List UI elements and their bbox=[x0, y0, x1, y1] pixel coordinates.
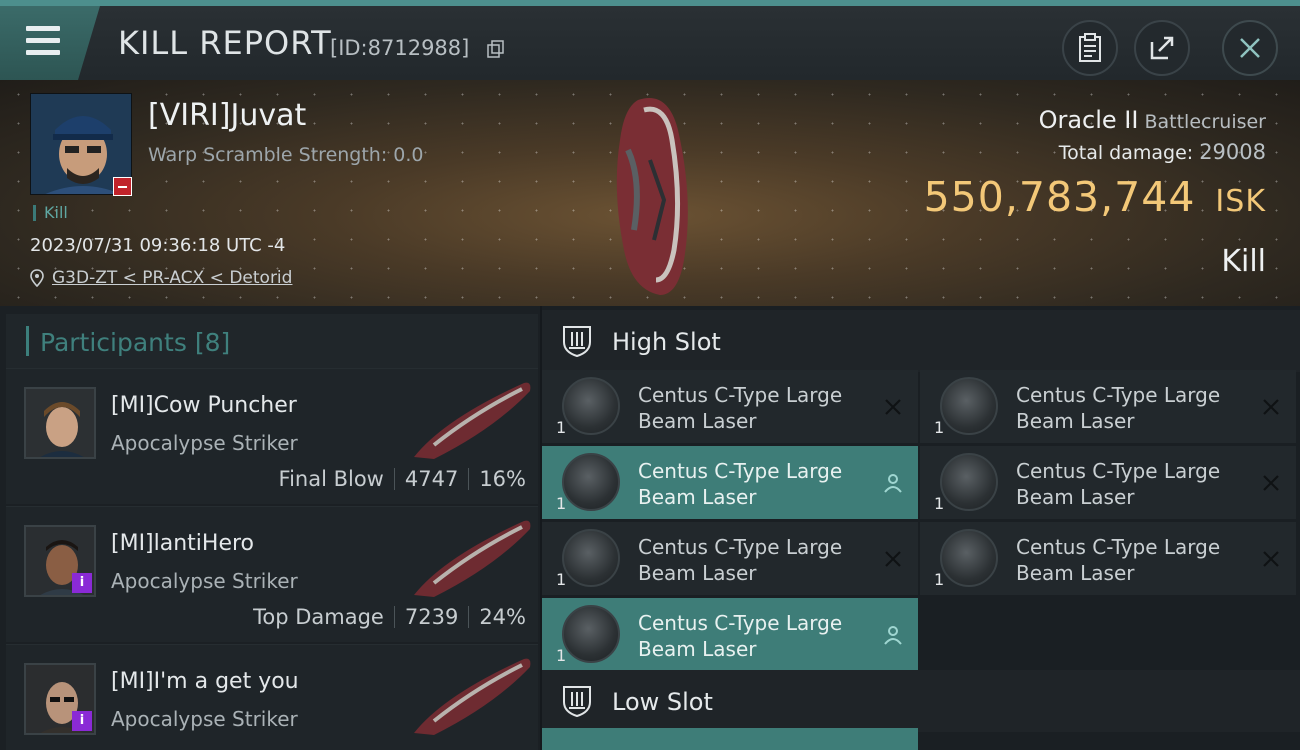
location-text[interactable]: G3D-ZT < PR-ACX < Detorid bbox=[52, 268, 292, 288]
kill-location[interactable]: G3D-ZT < PR-ACX < Detorid bbox=[30, 268, 292, 288]
participant-name: [MI]I'm a get you bbox=[111, 669, 299, 694]
destroyed-icon bbox=[885, 551, 901, 567]
module-item[interactable]: 1 Centus C-Type Large Beam Laser bbox=[920, 522, 1296, 596]
info-badge: i bbox=[72, 711, 92, 731]
share-icon bbox=[1150, 36, 1174, 60]
module-item[interactable]: 1 Centus C-Type Large Beam Laser bbox=[920, 370, 1296, 444]
kill-tag: Kill bbox=[33, 205, 68, 221]
destroyed-icon bbox=[885, 399, 901, 415]
module-item[interactable]: 1 Centus C-Type Large Beam Laser bbox=[920, 446, 1296, 520]
participant-ship-image bbox=[414, 658, 531, 735]
top-bar: KILL REPORT [ID:8712988] bbox=[0, 0, 1300, 80]
participant-row[interactable]: i [MI]lantiHero Apocalypse Striker Top D… bbox=[6, 506, 538, 642]
result-label: Kill bbox=[1221, 244, 1266, 279]
clipboard-button[interactable] bbox=[1062, 20, 1118, 76]
low-slot-module-row[interactable] bbox=[542, 728, 918, 750]
participants-header[interactable]: Participants [8] bbox=[6, 314, 538, 370]
participant-stats: Top Damage 7239 24% bbox=[253, 605, 526, 629]
close-icon bbox=[1240, 38, 1260, 58]
share-button[interactable] bbox=[1134, 20, 1190, 76]
copy-icon[interactable] bbox=[487, 40, 505, 58]
low-slot-header: Low Slot bbox=[542, 670, 1300, 732]
participant-name: [MI]Cow Puncher bbox=[111, 393, 297, 418]
module-item[interactable]: 1 Centus C-Type Large Beam Laser bbox=[542, 598, 918, 672]
clipboard-icon bbox=[1079, 33, 1101, 62]
participant-ship: Apocalypse Striker bbox=[111, 569, 298, 593]
warp-scramble: Warp Scramble Strength: 0.0 bbox=[148, 144, 424, 166]
beam-laser-icon bbox=[940, 529, 998, 587]
low-slot-icon bbox=[563, 686, 591, 718]
module-item[interactable]: 1 Centus C-Type Large Beam Laser bbox=[542, 370, 918, 444]
participants-panel: Participants [8] [MI]Cow Puncher Apocaly… bbox=[0, 306, 540, 750]
participant-name: [MI]lantiHero bbox=[111, 531, 255, 556]
dropped-person-icon bbox=[884, 474, 902, 493]
participant-ship-image bbox=[414, 382, 531, 459]
victim-panel: [VIRI]Juvat Warp Scramble Strength: 0.0 … bbox=[0, 80, 1300, 306]
beam-laser-icon bbox=[562, 453, 620, 511]
participant-avatar bbox=[24, 387, 96, 459]
hamburger-icon bbox=[26, 26, 60, 62]
high-slot-icon bbox=[563, 326, 591, 358]
isk-value: 550,783,744 ISK bbox=[923, 173, 1266, 221]
info-badge: i bbox=[72, 573, 92, 593]
close-button[interactable] bbox=[1222, 20, 1278, 76]
participant-stats: Final Blow 4747 16% bbox=[278, 467, 526, 491]
participant-row[interactable]: i [MI]I'm a get you Apocalypse Striker bbox=[6, 644, 538, 750]
menu-button[interactable] bbox=[0, 6, 100, 80]
module-item[interactable]: 1 Centus C-Type Large Beam Laser bbox=[542, 522, 918, 596]
victim-name[interactable]: [VIRI]Juvat bbox=[148, 98, 306, 133]
destroyed-icon bbox=[1263, 399, 1279, 415]
kill-datetime: 2023/07/31 09:36:18 UTC -4 bbox=[30, 235, 286, 256]
participant-ship-image bbox=[414, 520, 531, 597]
dropped-person-icon bbox=[884, 626, 902, 645]
victim-ship-image bbox=[616, 98, 688, 295]
report-id: [ID:8712988] bbox=[330, 36, 470, 60]
beam-laser-icon bbox=[562, 377, 620, 435]
beam-laser-icon bbox=[940, 377, 998, 435]
beam-laser-icon bbox=[562, 529, 620, 587]
destroyed-icon bbox=[1263, 551, 1279, 567]
fitting-panel: High Slot 1 Centus C-Type Large Beam Lase… bbox=[542, 306, 1300, 750]
hostile-badge bbox=[113, 177, 132, 196]
destroyed-icon bbox=[1263, 475, 1279, 491]
participant-ship: Apocalypse Striker bbox=[111, 707, 298, 731]
module-item[interactable]: 1 Centus C-Type Large Beam Laser bbox=[542, 446, 918, 520]
participant-ship: Apocalypse Striker bbox=[111, 431, 298, 455]
beam-laser-icon bbox=[562, 605, 620, 663]
participant-row[interactable]: [MI]Cow Puncher Apocalypse Striker Final… bbox=[6, 368, 538, 504]
high-slot-header: High Slot bbox=[542, 310, 1300, 372]
page-title: KILL REPORT bbox=[118, 24, 332, 62]
victim-ship-name[interactable]: Oracle II Battlecruiser bbox=[1039, 106, 1266, 134]
total-damage: Total damage: 29008 bbox=[1058, 140, 1266, 164]
beam-laser-icon bbox=[940, 453, 998, 511]
location-pin-icon bbox=[30, 269, 44, 287]
